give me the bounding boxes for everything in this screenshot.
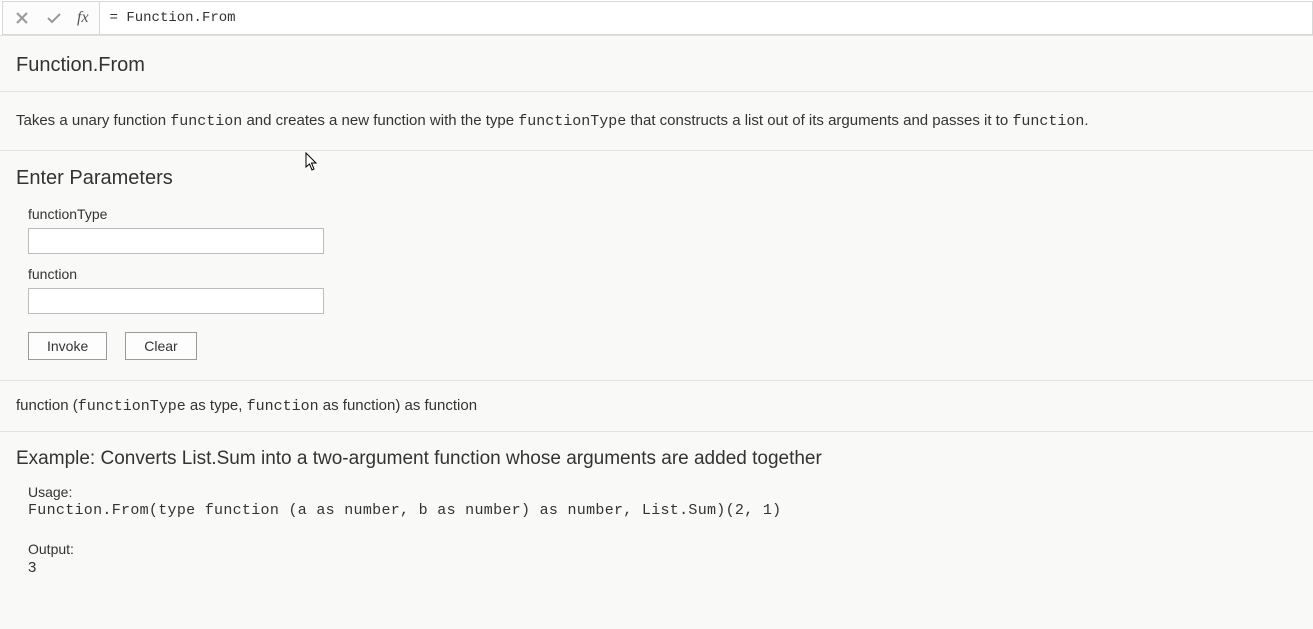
usage-label: Usage: <box>28 484 1297 500</box>
page-title: Function.From <box>0 36 1313 91</box>
invoke-button[interactable]: Invoke <box>28 332 107 360</box>
fx-label: fx <box>77 9 89 27</box>
sig-text: , <box>238 397 246 414</box>
accept-icon[interactable] <box>45 9 63 27</box>
param-input-functiontype[interactable] <box>28 228 324 254</box>
formula-bar: fx <box>0 0 1313 36</box>
function-signature: function (functionType as type, function… <box>0 381 1313 431</box>
example-body: Usage: Function.From(type function (a as… <box>0 478 1313 576</box>
param-block-functiontype: functionType <box>0 198 1313 258</box>
desc-code: function <box>170 113 242 130</box>
description-text: Takes a unary function function and crea… <box>0 92 1313 150</box>
formula-input[interactable] <box>100 1 1313 35</box>
sig-arg: functionType <box>78 398 186 415</box>
formula-controls: fx <box>2 1 100 35</box>
param-block-function: function <box>0 258 1313 318</box>
params-heading: Enter Parameters <box>0 151 1313 198</box>
example-heading: Example: Converts List.Sum into a two-ar… <box>0 432 1313 478</box>
param-label-functiontype: functionType <box>28 206 1297 222</box>
output-value: 3 <box>28 559 1297 576</box>
desc-part: . <box>1084 112 1088 129</box>
sig-arg: function <box>247 398 319 415</box>
sig-text: as function) as function <box>319 397 477 414</box>
param-label-function: function <box>28 266 1297 282</box>
doc-content: Function.From Takes a unary function fun… <box>0 36 1313 576</box>
desc-part: Takes a unary function <box>16 112 170 129</box>
button-row: Invoke Clear <box>0 318 1313 380</box>
sig-text: as type <box>186 397 239 414</box>
desc-part: that constructs a list out of its argume… <box>626 112 1012 129</box>
param-input-function[interactable] <box>28 288 324 314</box>
usage-code: Function.From(type function (a as number… <box>28 502 1297 519</box>
sig-text: function ( <box>16 397 78 414</box>
output-label: Output: <box>28 541 1297 557</box>
desc-code: functionType <box>518 113 626 130</box>
cancel-icon[interactable] <box>13 9 31 27</box>
desc-code: function <box>1012 113 1084 130</box>
desc-part: and creates a new function with the type <box>242 112 518 129</box>
clear-button[interactable]: Clear <box>125 332 196 360</box>
